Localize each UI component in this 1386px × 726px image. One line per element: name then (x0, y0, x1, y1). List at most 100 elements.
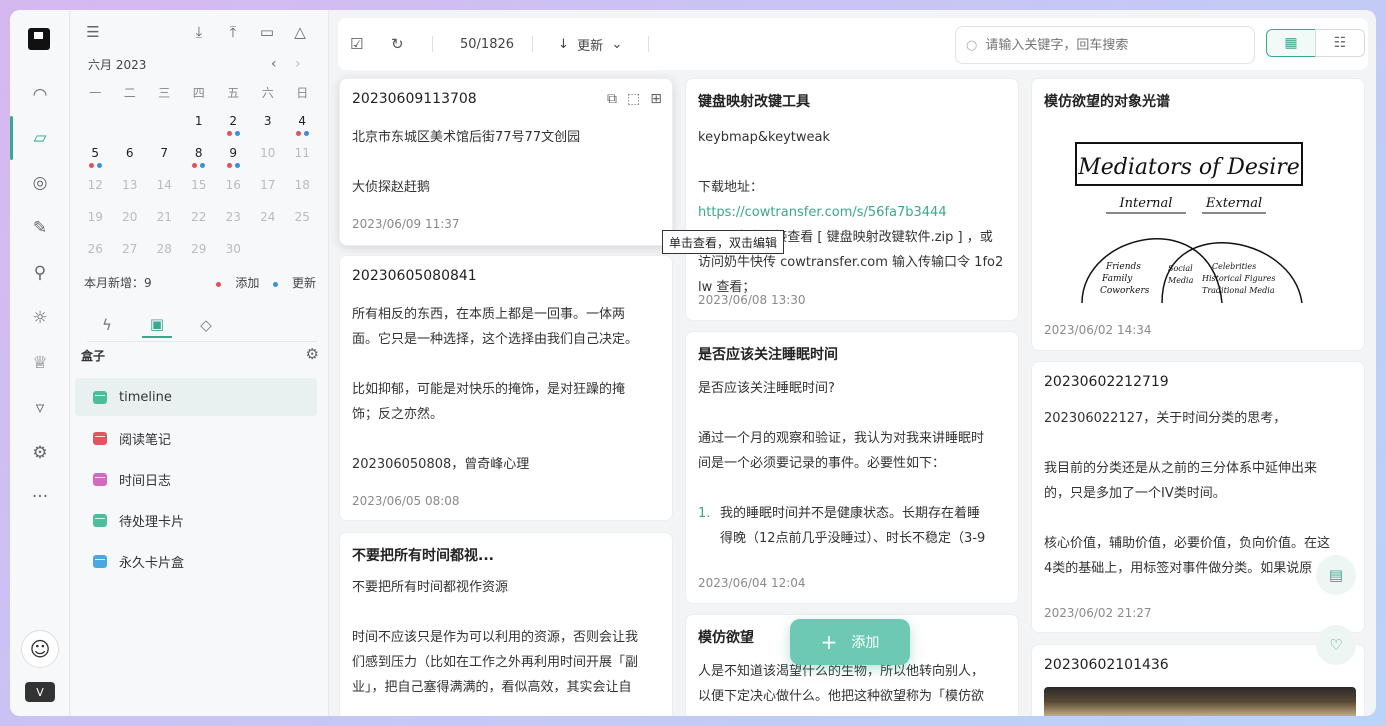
card[interactable]: 键盘映射改键工具 keybmap&keytweak 下载地址： https://c… (685, 78, 1019, 321)
logo-icon[interactable] (28, 28, 50, 50)
gauge-icon[interactable]: ◠ (25, 80, 55, 110)
map-icon[interactable]: ▱ (25, 123, 55, 153)
trophy-icon[interactable]: ♕ (25, 348, 55, 378)
card-title: 不要把所有时间都视... (352, 548, 494, 564)
sort-label: 更新 (577, 38, 604, 54)
calendar-day[interactable]: 6 (113, 142, 148, 174)
day-number: 18 (294, 178, 310, 192)
calendar-day[interactable]: 7 (147, 142, 182, 174)
card[interactable]: 不要把所有时间都视... 不要把所有时间都视作资源 时间不应该只是作为可以利用的… (339, 532, 673, 716)
calendar-day[interactable]: 26 (78, 238, 113, 270)
card-body: 202306022127，关于时间分类的思考， 我目前的分类还是从之前的三分体系… (1044, 406, 1352, 581)
calendar-day[interactable]: 12 (78, 174, 113, 206)
target-icon[interactable]: ◎ (25, 168, 55, 198)
app-window: ◠ ▱ ◎ ✎ ⚲ ☼ ♕ ▿ ⚙ ··· ☺ V ☰ ⤓ ⤒ ▭ △ 六月 2… (10, 10, 1376, 716)
download-link[interactable]: https://cowtransfer.com/s/56fa7b3444 (698, 205, 947, 220)
inbox-icon[interactable]: ▿ (25, 393, 55, 423)
grid-view-icon[interactable]: ▦ (1266, 29, 1316, 57)
card[interactable]: 20230602101436 (1031, 644, 1365, 716)
box-item[interactable]: timeline (75, 378, 317, 416)
box-item[interactable]: 待处理卡片 (75, 501, 317, 539)
list-view-icon[interactable]: ☷ (1315, 29, 1365, 57)
calendar-day[interactable]: 5 (78, 142, 113, 174)
gear-icon[interactable]: ⚙ (306, 345, 319, 363)
calendar-day[interactable]: 11 (285, 142, 320, 174)
calendar-day[interactable]: 20 (113, 206, 148, 238)
calendar-day[interactable]: 25 (285, 206, 320, 238)
calendar-day[interactable]: 10 (251, 142, 286, 174)
card[interactable]: 20230609113708 ⧉ ⬚ ⊞ 北京市东城区美术馆后街77号77文创园… (339, 78, 673, 246)
calendar-day[interactable]: 1 (182, 110, 217, 142)
compass-icon[interactable]: ⚲ (25, 258, 55, 288)
calendar-day[interactable]: 21 (147, 206, 182, 238)
boxes-title: 盒子 (81, 349, 106, 363)
calendar-day[interactable]: 23 (216, 206, 251, 238)
day-number: 17 (260, 178, 276, 192)
search-input[interactable] (985, 37, 1236, 53)
sort-dropdown[interactable]: ↓ 更新 ⌄ (558, 34, 622, 54)
sliders-icon[interactable]: ⚙ (25, 438, 55, 468)
calendar-day[interactable]: 16 (216, 174, 251, 206)
calendar-day[interactable]: 15 (182, 174, 217, 206)
lightbulb-icon[interactable]: ☼ (25, 303, 55, 333)
day-number: 7 (160, 146, 169, 160)
card[interactable]: 20230602212719 202306022127，关于时间分类的思考， 我… (1031, 361, 1365, 633)
avatar[interactable]: ☺ (21, 630, 59, 668)
box-item[interactable]: 永久卡片盒 (75, 542, 317, 580)
calendar-day (251, 238, 286, 270)
card[interactable]: 是否应该关注睡眠时间 是否应该关注睡眠时间? 通过一个月的观察和验证，我认为对我… (685, 331, 1019, 604)
day-number: 6 (125, 146, 134, 160)
card-title: 键盘映射改键工具 (698, 94, 810, 110)
expand-icon[interactable]: ⊞ (650, 91, 662, 107)
more-icon[interactable]: ··· (25, 482, 55, 512)
share-icon[interactable]: △ (290, 22, 310, 42)
search-box[interactable]: ○ (955, 26, 1255, 64)
box-tab-icon[interactable]: ▣ (142, 312, 172, 338)
calendar-day[interactable]: 14 (147, 174, 182, 206)
update-dot-icon (273, 282, 279, 287)
card[interactable]: 20230605080841 所有相反的东西，在本质上都是一回事。一体两 面。它… (339, 255, 673, 521)
calendar-day[interactable]: 4 (285, 110, 320, 142)
upload-icon[interactable]: ⤒ (223, 22, 243, 42)
box-item[interactable]: 时间日志 (75, 460, 317, 498)
version-badge[interactable]: V (25, 682, 55, 702)
calendar-day[interactable]: 24 (251, 206, 286, 238)
calendar-day[interactable]: 27 (113, 238, 148, 270)
calendar-day[interactable]: 8 (182, 142, 217, 174)
folder-icon[interactable]: ▭ (257, 22, 277, 42)
calendar-day[interactable]: 19 (78, 206, 113, 238)
chevron-left-icon[interactable]: ‹ (271, 56, 277, 72)
chevron-right-icon[interactable]: › (295, 56, 301, 72)
box-icon (93, 554, 107, 568)
card[interactable]: 模仿欲望的对象光谱 Mediators of Desire Internal E… (1031, 78, 1365, 351)
calendar-day[interactable]: 18 (285, 174, 320, 206)
calendar-day[interactable]: 3 (251, 110, 286, 142)
move-icon[interactable]: ⬚ (627, 91, 640, 107)
calendar-day[interactable]: 29 (182, 238, 217, 270)
calendar-day[interactable]: 30 (216, 238, 251, 270)
add-button[interactable]: + 添加 (790, 619, 910, 665)
pencil-icon[interactable]: ✎ (25, 213, 55, 243)
calendar-day[interactable]: 9 (216, 142, 251, 174)
lightning-icon[interactable]: ϟ (92, 312, 122, 338)
calendar-day[interactable]: 28 (147, 238, 182, 270)
box-item[interactable]: 阅读笔记 (75, 419, 317, 457)
calendar-day[interactable]: 13 (113, 174, 148, 206)
day-number: 29 (191, 242, 207, 256)
copy-icon[interactable]: ⧉ (607, 91, 617, 107)
collapse-icon[interactable]: ☰ (83, 22, 103, 42)
weekday-label: 六 (261, 86, 274, 100)
refresh-icon[interactable]: ↻ (391, 34, 404, 54)
day-number: 20 (122, 210, 138, 224)
calendar-day[interactable]: 2 (216, 110, 251, 142)
tag-icon[interactable]: ◇ (191, 312, 221, 338)
idea-float-icon[interactable]: ♡ (1316, 625, 1356, 665)
download-icon[interactable]: ⤓ (189, 22, 209, 42)
calendar-day[interactable]: 17 (251, 174, 286, 206)
add-button-label: 添加 (851, 635, 880, 651)
checkbox-icon[interactable]: ☑ (350, 34, 363, 54)
svg-text:Family: Family (1101, 274, 1133, 284)
calendar-day[interactable]: 22 (182, 206, 217, 238)
note-float-icon[interactable]: ▤ (1316, 555, 1356, 595)
calendar-grid: 一二三四五六日 1 2 3 4 5 6 7 8 9 10 11 12 13 14 15 16 17 18 19 20 21… (78, 84, 320, 270)
